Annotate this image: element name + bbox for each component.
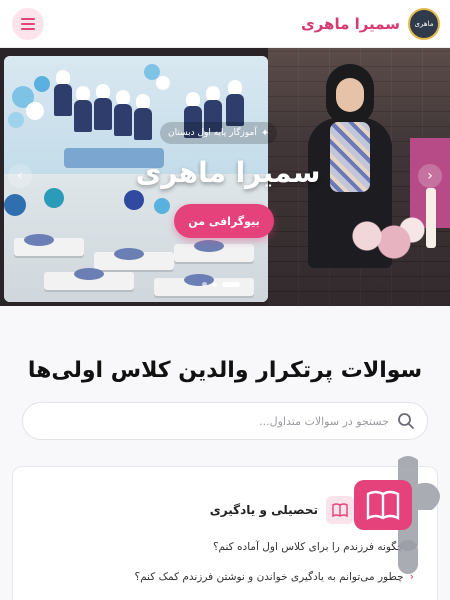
hero-subtitle: آموزگار پایه اول دبستان: [168, 128, 257, 138]
hero-slider: ✦ آموزگار پایه اول دبستان سمیرا ماهری بی…: [0, 48, 450, 306]
logo-text: ماهری: [414, 19, 434, 28]
faq-category-header[interactable]: تحصیلی و یادگیری: [210, 496, 354, 524]
chevron-right-icon: ›: [427, 168, 433, 184]
slider-dot[interactable]: [202, 282, 207, 287]
hero-title: سمیرا ماهری: [135, 156, 321, 189]
faq-category-label: تحصیلی و یادگیری: [209, 503, 318, 517]
biography-button[interactable]: بیوگرافی من: [174, 204, 274, 238]
search-icon: [398, 413, 414, 429]
brand[interactable]: ماهری سمیرا ماهری: [301, 7, 440, 40]
slider-pagination: [202, 282, 240, 287]
slider-dot-active[interactable]: [222, 282, 240, 287]
slider-prev-button[interactable]: ‹: [8, 164, 32, 188]
slider-next-button[interactable]: ›: [418, 164, 442, 188]
sparkle-icon: ✦: [260, 127, 270, 139]
faq-search-input[interactable]: [35, 414, 389, 428]
hero-subtitle-badge: ✦ آموزگار پایه اول دبستان: [160, 122, 278, 144]
menu-button[interactable]: [12, 7, 44, 40]
app-badge-icon[interactable]: [352, 450, 444, 580]
site-logo[interactable]: ماهری: [408, 7, 440, 40]
chevron-left-icon: ‹: [17, 168, 23, 184]
hamburger-menu-icon: [21, 17, 35, 30]
faq-search-box[interactable]: [22, 402, 428, 440]
faq-title: سوالات پرتکرار والدین کلاس اولی‌ها: [27, 358, 423, 383]
top-header: ماهری سمیرا ماهری: [0, 0, 450, 48]
site-name[interactable]: سمیرا ماهری: [301, 15, 400, 33]
book-icon: [326, 496, 354, 524]
slider-dot[interactable]: [212, 282, 217, 287]
